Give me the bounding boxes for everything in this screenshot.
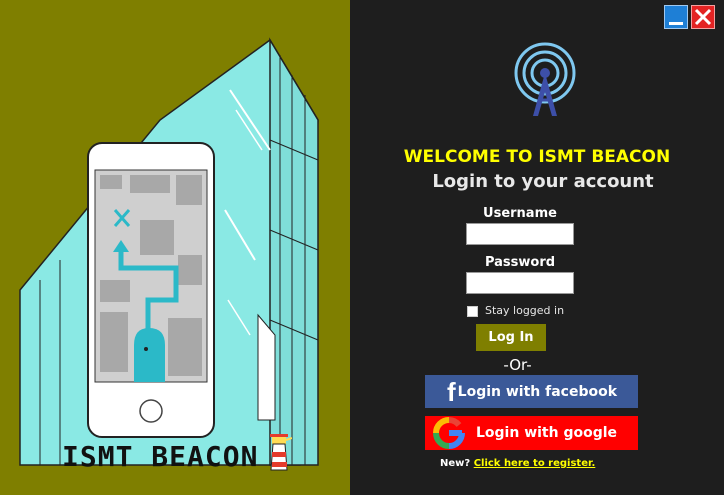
broadcast-tower-icon — [514, 42, 576, 116]
or-divider: -Or- — [503, 356, 532, 374]
phone-map-illustration — [19, 37, 319, 466]
login-panel: WELCOME TO ISMT BEACON Login to your acc… — [350, 0, 724, 495]
facebook-button-label: Login with facebook — [457, 383, 618, 400]
brand-name: ISMT BEACON — [62, 440, 259, 473]
login-button[interactable]: Log In — [476, 324, 546, 351]
password-label: Password — [484, 255, 556, 270]
register-link[interactable]: Click here to register. — [474, 458, 596, 469]
login-subtitle: Login to your account — [432, 171, 654, 192]
new-prompt: New? — [440, 458, 471, 469]
minimize-icon[interactable] — [664, 5, 688, 29]
facebook-login-button[interactable]: f Login with facebook — [425, 375, 638, 408]
stay-logged-in-checkbox[interactable] — [467, 306, 478, 317]
register-row: New? Click here to register. — [440, 458, 595, 469]
username-label: Username — [483, 206, 557, 221]
username-input[interactable] — [466, 223, 574, 245]
facebook-icon: f — [447, 376, 456, 407]
close-icon[interactable] — [691, 5, 715, 29]
google-button-label: Login with google — [476, 425, 618, 441]
stay-logged-in-label: Stay logged in — [485, 304, 565, 317]
google-login-button[interactable]: Login with google — [425, 416, 638, 450]
google-icon — [433, 417, 465, 449]
welcome-heading: WELCOME TO ISMT BEACON — [403, 147, 671, 167]
lighthouse-icon — [270, 434, 292, 471]
password-input[interactable] — [466, 272, 574, 294]
illustration-panel: ISMT BEACON — [0, 0, 350, 495]
